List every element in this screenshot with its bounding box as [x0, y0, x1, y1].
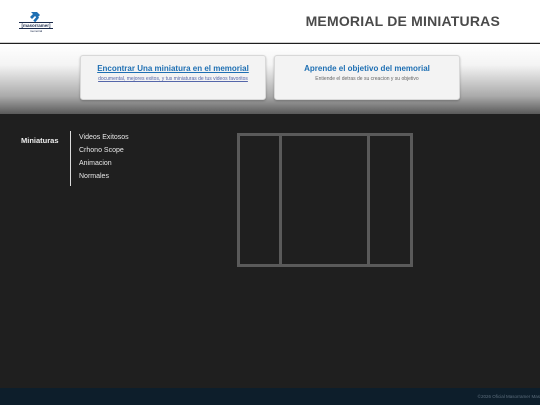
logo-subtext: memorial [29, 29, 43, 33]
sidebar-item-videos-exitosos[interactable]: Videos Exitosos [79, 133, 129, 146]
sidebar-item-crhono-scope[interactable]: Crhono Scope [79, 146, 129, 159]
footer-copyright: ©2026 Oficial Masorramer Mas [477, 394, 540, 399]
memorial-purpose-card[interactable]: Aprende el objetivo del memorial Entiend… [274, 55, 460, 100]
page-title: MEMORIAL DE MINIATURAS [305, 13, 500, 29]
sidebar-heading: Miniaturas [21, 136, 59, 145]
sidebar-item-normales[interactable]: Normales [79, 172, 129, 185]
miniature-viewer [237, 133, 413, 267]
viewer-panel-center[interactable] [285, 136, 370, 264]
logo-text: [masorramer] [19, 22, 53, 29]
main-content: Miniaturas Videos Exitosos Crhono Scope … [0, 114, 540, 388]
memorial-purpose-title[interactable]: Aprende el objetivo del memorial [275, 64, 459, 73]
sidebar-divider [70, 131, 71, 186]
memorial-purpose-description: Entiende el detras de su creacion y su o… [315, 76, 419, 82]
viewer-panel-right[interactable] [373, 136, 410, 264]
site-footer: ©2026 Oficial Masorramer Mas [0, 388, 540, 405]
sidebar-nav: Videos Exitosos Crhono Scope Animacion N… [79, 133, 129, 185]
find-miniature-description[interactable]: documental, mejores exitos, y tus miniat… [91, 76, 255, 83]
viewer-panel-left[interactable] [240, 136, 282, 264]
site-logo[interactable]: [masorramer] memorial [19, 10, 53, 33]
find-miniature-link[interactable]: Encontrar Una miniatura en el memorial [81, 64, 265, 73]
sidebar-item-animacion[interactable]: Animacion [79, 159, 129, 172]
hero-banner: Encontrar Una miniatura en el memorial d… [0, 44, 540, 114]
site-header: [masorramer] memorial MEMORIAL DE MINIAT… [0, 0, 540, 43]
find-miniature-card[interactable]: Encontrar Una miniatura en el memorial d… [80, 55, 266, 100]
